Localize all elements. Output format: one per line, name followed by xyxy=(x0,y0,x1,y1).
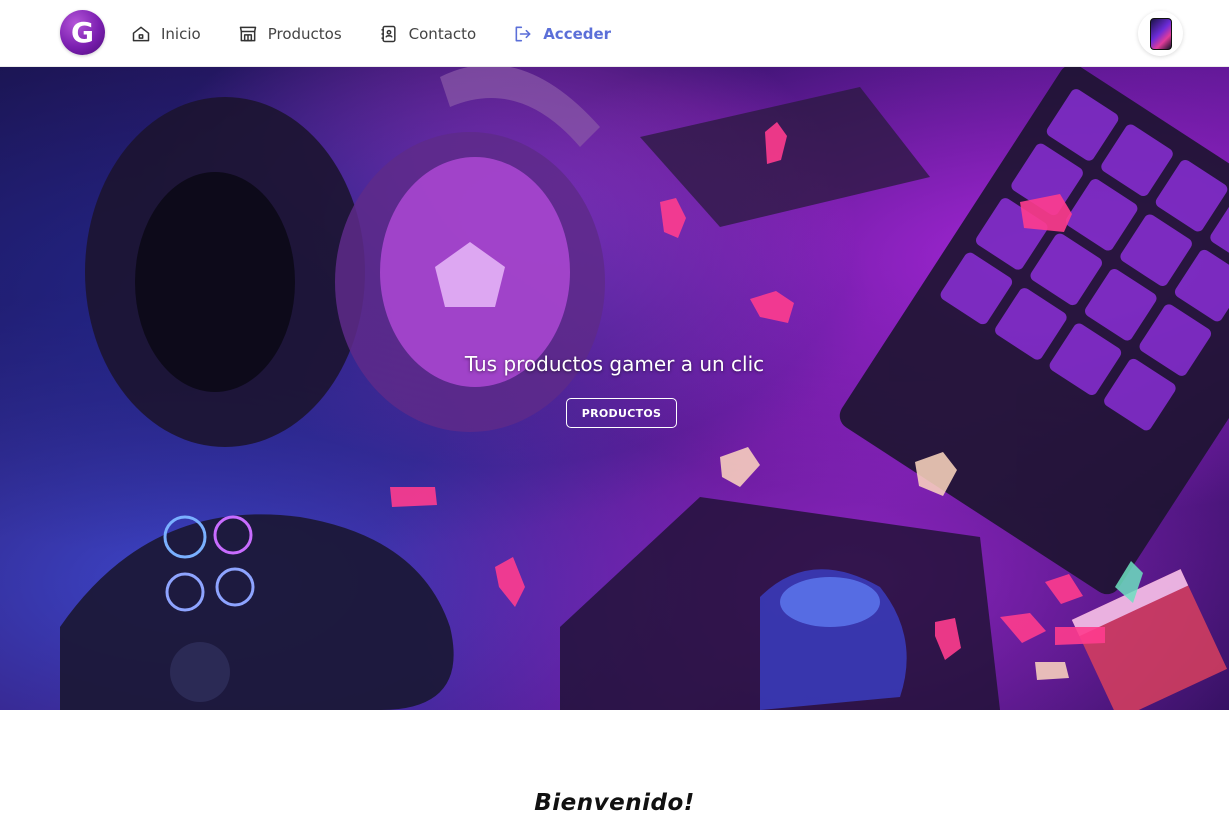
user-avatar[interactable] xyxy=(1138,11,1183,56)
hero-background-image xyxy=(60,67,1229,710)
hero-title: Tus productos gamer a un clic xyxy=(464,352,765,376)
welcome-heading: Bienvenido! xyxy=(534,790,695,816)
productos-button[interactable]: PRODUCTOS xyxy=(566,398,677,428)
phone-icon xyxy=(1149,17,1172,50)
nav-item-label: Inicio xyxy=(161,24,201,43)
nav-item-contacto[interactable]: Contacto xyxy=(379,24,477,44)
nav-item-label: Acceder xyxy=(543,24,612,43)
nav-item-label: Productos xyxy=(267,24,342,43)
hero-banner: Tus productos gamer a un clic PRODUCTOS xyxy=(0,67,1229,710)
nav-links: Inicio Productos Contacto Acceder xyxy=(131,0,648,67)
home-icon xyxy=(131,24,151,44)
nav-item-label: Contacto xyxy=(408,24,477,43)
nav-item-inicio[interactable]: Inicio xyxy=(131,24,201,44)
brand-logo[interactable]: G xyxy=(60,10,105,55)
address-book-icon xyxy=(379,24,399,44)
nav-item-productos[interactable]: Productos xyxy=(238,24,342,44)
nav-item-acceder[interactable]: Acceder xyxy=(513,24,611,44)
navbar: G Inicio Productos Contacto Acceder xyxy=(0,0,1229,67)
store-icon xyxy=(238,24,258,44)
logo-letter: G xyxy=(71,15,94,49)
login-icon xyxy=(513,24,533,44)
